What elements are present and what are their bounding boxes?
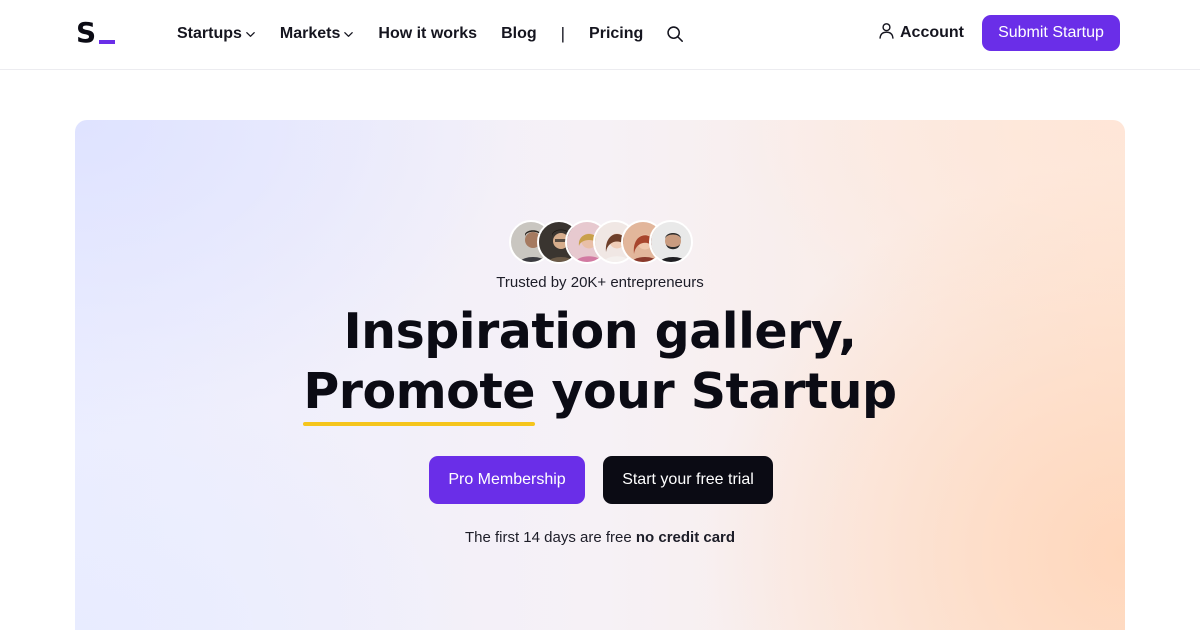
headline-line-2-rest: your Startup bbox=[535, 363, 898, 420]
user-icon bbox=[878, 22, 895, 44]
nav-blog-label: Blog bbox=[501, 25, 537, 42]
headline-line-1: Inspiration gallery, bbox=[343, 303, 857, 360]
account-label: Account bbox=[900, 24, 964, 41]
nav-how-it-works-label: How it works bbox=[378, 25, 478, 42]
nav-markets[interactable]: Markets bbox=[280, 25, 354, 43]
logo-letter: S bbox=[76, 16, 96, 49]
headline-highlight-word: Promote bbox=[303, 363, 535, 426]
nav-how-it-works[interactable]: How it works bbox=[378, 25, 477, 43]
nav-pricing-label: Pricing bbox=[589, 25, 644, 42]
submit-startup-button[interactable]: Submit Startup bbox=[982, 15, 1120, 51]
avatar-group bbox=[509, 220, 693, 264]
hero-cta-group: Pro Membership Start your free trial bbox=[429, 456, 773, 504]
nav-startups-label: Startups bbox=[177, 25, 242, 42]
hero-section: Trusted by 20K+ entrepreneurs Inspiratio… bbox=[75, 120, 1125, 630]
nav-markets-label: Markets bbox=[279, 25, 341, 42]
pro-membership-button[interactable]: Pro Membership bbox=[429, 456, 585, 504]
hero-headline: Inspiration gallery, Promote your Startu… bbox=[75, 302, 1125, 426]
free-trial-button[interactable]: Start your free trial bbox=[603, 456, 773, 504]
trusted-text: Trusted by 20K+ entrepreneurs bbox=[496, 274, 704, 291]
main-nav: Startups Markets How it works Blog | Pri… bbox=[177, 22, 684, 46]
logo[interactable]: S bbox=[76, 16, 116, 49]
trial-note: The first 14 days are free no credit car… bbox=[75, 529, 1125, 546]
trial-note-prefix: The first 14 days are free bbox=[464, 529, 636, 546]
trial-note-bold: no credit card bbox=[635, 529, 736, 546]
nav-blog[interactable]: Blog bbox=[501, 25, 537, 43]
nav-pricing[interactable]: Pricing bbox=[589, 25, 643, 43]
account-link[interactable]: Account bbox=[878, 22, 964, 44]
nav-separator: | bbox=[560, 24, 566, 43]
chevron-down-icon bbox=[245, 29, 256, 40]
logo-cursor-bar bbox=[99, 40, 116, 44]
chevron-down-icon bbox=[343, 29, 354, 40]
search-icon[interactable] bbox=[666, 25, 684, 43]
headline-line-2: Promote your Startup bbox=[75, 362, 1125, 426]
site-header: S Startups Markets How it works Blog | P… bbox=[0, 0, 1200, 70]
avatar bbox=[649, 220, 693, 264]
nav-startups[interactable]: Startups bbox=[177, 25, 256, 43]
